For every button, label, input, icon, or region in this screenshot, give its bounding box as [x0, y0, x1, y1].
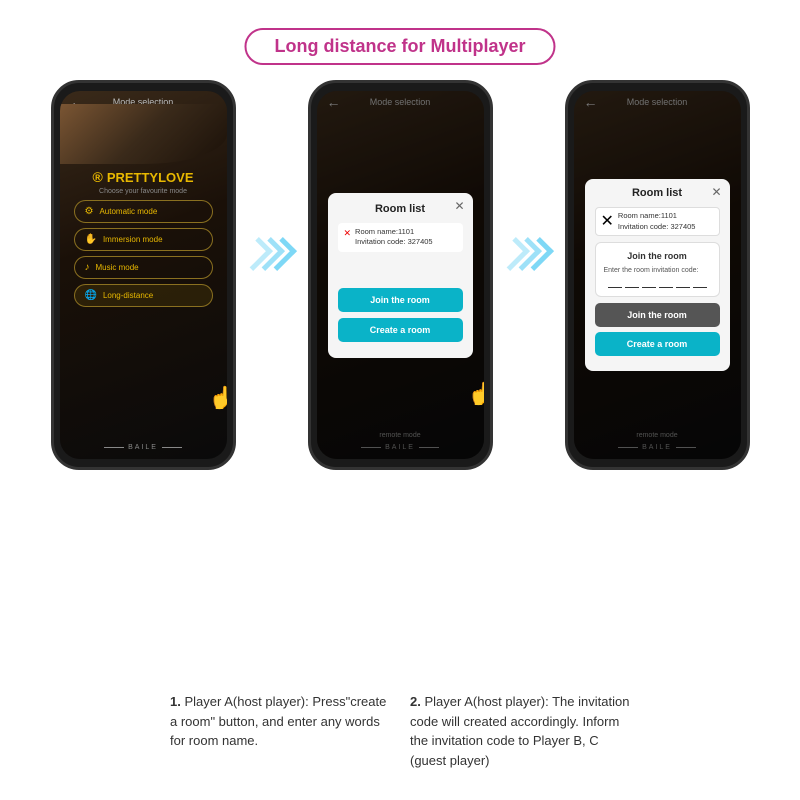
instruction-2-number: 2.	[410, 694, 424, 709]
phones-row: ← Mode selection ® PRETTYLOVE Choose you…	[0, 80, 800, 470]
phone-2-bg: ← Mode selection Room list ✕ ✕ Room name…	[317, 91, 484, 459]
modal-title-2: Room list	[338, 203, 463, 215]
instruction-1-number: 1.	[170, 694, 184, 709]
instruction-2-text: 2. Player A(host player): The invitation…	[410, 692, 630, 770]
title-banner: Long distance for Multiplayer	[244, 28, 555, 65]
phone-2: ← Mode selection Room list ✕ ✕ Room name…	[308, 80, 493, 470]
create-room-btn-2[interactable]: Create a room	[338, 318, 463, 342]
phone-1-logo: ® PRETTYLOVE	[60, 169, 227, 185]
mode-automatic-label: Automatic mode	[99, 207, 157, 216]
invitation-code-3: Invitation code: 327405	[618, 222, 696, 233]
phone-1-wave	[60, 104, 227, 164]
logo-text: PRETTYLOVE	[107, 170, 194, 185]
room-item-2: ✕ Room name:1101 Invitation code: 327405	[338, 223, 463, 252]
phone-2-screen: ← Mode selection Room list ✕ ✕ Room name…	[317, 91, 484, 459]
mode-immersion-label: Immersion mode	[103, 235, 163, 244]
automatic-icon: ⚙	[85, 206, 94, 217]
instructions-row: 1. Player A(host player): Press"create a…	[0, 692, 800, 770]
join-dash-6	[693, 278, 707, 288]
instruction-1-text: 1. Player A(host player): Press"create a…	[170, 692, 390, 751]
bottom-line-left	[104, 447, 124, 448]
phone-1-modes: ⚙ Automatic mode ✋ Immersion mode ♪ Musi…	[60, 200, 227, 307]
modal-overlay-2: Room list ✕ ✕ Room name:1101 Invitation …	[317, 91, 484, 459]
phone-1-bg: ← Mode selection ® PRETTYLOVE Choose you…	[60, 91, 227, 459]
join-dash-1	[608, 278, 622, 288]
create-room-btn-3[interactable]: Create a room	[595, 332, 720, 356]
room-name-2: Room name:1101	[355, 227, 433, 238]
phone-1-screen: ← Mode selection ® PRETTYLOVE Choose you…	[60, 91, 227, 459]
phone-3: ← Mode selection Room list ✕ ✕ Room name…	[565, 80, 750, 470]
join-dash-2	[625, 278, 639, 288]
hand-pointer-1: 👆	[209, 385, 226, 411]
modal-box-2: Room list ✕ ✕ Room name:1101 Invitation …	[328, 193, 473, 358]
arrow-chevrons-1	[254, 240, 290, 268]
room-item-3: ✕ Room name:1101 Invitation code: 327405	[595, 207, 720, 236]
modal-box-3: Room list ✕ ✕ Room name:1101 Invitation …	[585, 179, 730, 371]
modal-close-3[interactable]: ✕	[711, 185, 721, 199]
hand-pointer-2: 👆	[468, 381, 483, 407]
mode-music-label: Music mode	[96, 263, 139, 272]
modal-spacer-2	[338, 258, 463, 288]
title-text: Long distance for Multiplayer	[274, 36, 525, 56]
bottom-line-right	[162, 447, 182, 448]
modal-title-3: Room list	[595, 187, 720, 199]
baile-label: BAILE	[128, 444, 158, 451]
logo-icon: ®	[92, 169, 102, 185]
join-label: Enter the room invitation code:	[604, 267, 711, 274]
immersion-icon: ✋	[85, 234, 97, 245]
join-section: Join the room Enter the room invitation …	[595, 242, 720, 297]
instruction-2-body: Player A(host player): The invitation co…	[410, 694, 629, 768]
join-room-btn-3[interactable]: Join the room	[595, 303, 720, 327]
room-x-icon-2: ✕	[344, 228, 352, 239]
mode-longdistance[interactable]: 🌐 Long-distance	[74, 284, 213, 307]
arrow-1	[254, 240, 290, 268]
join-dash-4	[659, 278, 673, 288]
longdistance-icon: 🌐	[85, 290, 97, 301]
invitation-code-2: Invitation code: 327405	[355, 237, 433, 248]
join-room-btn-2[interactable]: Join the room	[338, 288, 463, 312]
music-icon: ♪	[85, 262, 90, 273]
room-item-text-2: Room name:1101 Invitation code: 327405	[355, 227, 433, 248]
phone-3-screen: ← Mode selection Room list ✕ ✕ Room name…	[574, 91, 741, 459]
room-item-text-3: Room name:1101 Invitation code: 327405	[618, 211, 696, 232]
arrow-2	[511, 240, 547, 268]
instruction-1-body: Player A(host player): Press"create a ro…	[170, 694, 386, 748]
instruction-1: 1. Player A(host player): Press"create a…	[170, 692, 390, 770]
mode-longdistance-label: Long-distance	[103, 291, 153, 300]
phone-3-bg: ← Mode selection Room list ✕ ✕ Room name…	[574, 91, 741, 459]
phone-1-subtitle: Choose your favourite mode	[60, 188, 227, 195]
mode-automatic[interactable]: ⚙ Automatic mode	[74, 200, 213, 223]
mode-immersion[interactable]: ✋ Immersion mode	[74, 228, 213, 251]
room-x-icon-3: ✕	[601, 211, 614, 231]
mode-music[interactable]: ♪ Music mode	[74, 256, 213, 279]
join-dash-3	[642, 278, 656, 288]
instruction-2: 2. Player A(host player): The invitation…	[410, 692, 630, 770]
join-input-line	[604, 278, 711, 288]
modal-overlay-3: Room list ✕ ✕ Room name:1101 Invitation …	[574, 91, 741, 459]
modal-close-2[interactable]: ✕	[454, 199, 464, 213]
phone-1: ← Mode selection ® PRETTYLOVE Choose you…	[51, 80, 236, 470]
join-section-title: Join the room	[604, 251, 711, 261]
phone-1-bottom: BAILE	[60, 444, 227, 451]
arrow-chevrons-2	[511, 240, 547, 268]
join-dash-5	[676, 278, 690, 288]
room-name-3: Room name:1101	[618, 211, 696, 222]
